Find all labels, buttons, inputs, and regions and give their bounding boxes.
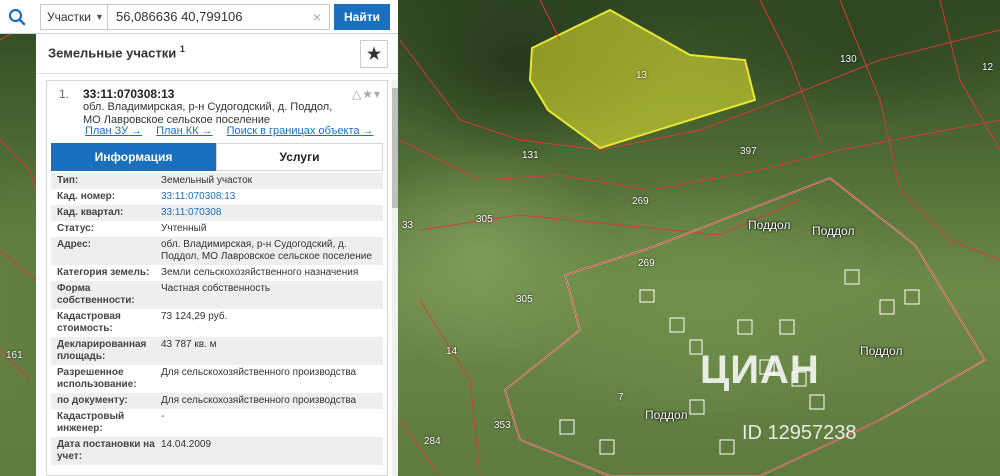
info-row: Декларированная площадь: 43 787 кв. м — [51, 337, 383, 365]
info-row: Адрес: обл. Владимирская, р-н Судогодский… — [51, 237, 383, 265]
search-input[interactable]: 56,086636 40,799106 × — [108, 3, 330, 30]
watermark-id: ID 12957238 — [742, 422, 857, 444]
info-row: Дата постановки на учет: 14.04.2009 — [51, 437, 383, 465]
search-bar: Участки ▼ 56,086636 40,799106 × Найти — [0, 0, 398, 34]
watermark-logo: ЦИАН — [700, 348, 820, 392]
panel-title: Земельные участки 1 ★ — [36, 34, 398, 74]
panel-count: 1 — [179, 44, 185, 54]
parcel-label: 14 — [446, 346, 458, 357]
parcel-label: 131 — [522, 150, 539, 161]
info-key: Категория земель: — [57, 267, 150, 278]
info-key: Кад. номер: — [57, 191, 116, 202]
info-key: по документу: — [57, 395, 128, 406]
village-label: Поддол — [748, 218, 791, 232]
parcel-label: 269 — [632, 196, 649, 207]
info-key: Кадастровый инженер: — [57, 411, 125, 434]
info-value: Земельный участок — [161, 175, 253, 186]
info-table: Тип: Земельный участок Кад. номер: 33:11:0… — [51, 173, 383, 465]
parcel-label: 269 — [638, 258, 655, 269]
info-row: Кадастровая стоимость: 73 124,29 руб. — [51, 309, 383, 337]
info-value: - — [161, 411, 165, 422]
info-row: Разрешенное использование: Для сельскохоз… — [51, 365, 383, 393]
info-key: Статус: — [57, 223, 95, 234]
favorite-star-button[interactable]: ★ — [360, 40, 388, 68]
result-card: 1. 33:11:070308:13 △★▾ обл. Владимирская… — [46, 80, 388, 476]
panel-title-text: Земельные участки — [48, 45, 177, 61]
card-index: 1. — [59, 87, 70, 101]
cadastral-block-link[interactable]: 33:11:070308 — [161, 207, 383, 219]
info-row: Кад. квартал: 33:11:070308 — [51, 205, 383, 221]
find-button[interactable]: Найти — [334, 3, 390, 30]
search-type-label: Участки — [47, 9, 91, 24]
info-key: Тип: — [57, 175, 79, 186]
info-key: Адрес: — [57, 239, 91, 250]
info-key: Форма собственности: — [57, 283, 135, 306]
info-value: 73 124,29 руб. — [161, 311, 228, 322]
card-address: обл. Владимирская, р-н Судогодский, д. П… — [83, 101, 333, 126]
clear-icon[interactable]: × — [313, 9, 321, 25]
scroll-thumb[interactable] — [392, 88, 398, 208]
parcel-label: 397 — [740, 146, 757, 157]
plan-kk-link[interactable]: План КК → — [156, 125, 212, 137]
info-value: обл. Владимирская, р-н Судогодский, д. П… — [161, 239, 372, 262]
results-panel: Земельные участки 1 ★ 1. 33:11:070308:13… — [36, 34, 398, 476]
parcel-label: 33 — [402, 220, 414, 231]
left-strip — [0, 34, 36, 476]
info-value: Земли сельскохозяйственного назначения — [161, 267, 359, 278]
chevron-down-icon: ▼ — [95, 11, 104, 22]
info-value: 43 787 кв. м — [161, 339, 217, 350]
info-row: Кад. номер: 33:11:070308:13 — [51, 189, 383, 205]
village-label: Поддол — [860, 344, 903, 358]
cadastral-number-link[interactable]: 33:11:070308:13 — [161, 191, 383, 203]
info-value: Для сельскохозяйственного производства — [161, 395, 357, 406]
card-action-icons[interactable]: △★▾ — [352, 87, 381, 101]
info-row: Статус: Учтенный — [51, 221, 383, 237]
info-row: Категория земель: Земли сельскохозяйствен… — [51, 265, 383, 281]
village-label: Поддол — [645, 408, 688, 422]
village-label: Поддол — [812, 224, 855, 238]
parcel-label: 284 — [424, 436, 441, 447]
info-key: Кад. квартал: — [57, 207, 124, 218]
card-cadastral-number: 33:11:070308:13 — [83, 87, 175, 101]
parcel-label: 305 — [476, 214, 493, 225]
panel-scrollbar[interactable] — [392, 80, 398, 476]
search-query: 56,086636 40,799106 — [116, 9, 243, 24]
info-key: Декларированная площадь: — [57, 339, 147, 362]
parcel-label: 305 — [516, 294, 533, 305]
info-value: 14.04.2009 — [161, 439, 212, 450]
parcel-label: 353 — [494, 420, 511, 431]
info-row: по документу: Для сельскохозяйственного п… — [51, 393, 383, 409]
card-tabs: Информация Услуги — [51, 143, 383, 171]
card-links: План ЗУ → План КК → Поиск в границах объ… — [85, 125, 374, 137]
info-key: Кадастровая стоимость: — [57, 311, 121, 334]
parcel-label: 12 — [982, 62, 994, 73]
search-icon[interactable] — [0, 0, 34, 34]
info-row: Форма собственности: Частная собственност… — [51, 281, 383, 309]
parcel-label: 13 — [636, 70, 648, 81]
info-key: Разрешенное использование: — [57, 367, 137, 390]
info-value: Для сельскохозяйственного производства — [161, 367, 357, 378]
parcel-label: 7 — [618, 392, 624, 403]
search-type-select[interactable]: Участки ▼ — [40, 3, 108, 30]
search-in-bounds-link[interactable]: Поиск в границах объекта → — [227, 125, 374, 137]
info-value: Учтенный — [161, 223, 207, 234]
tab-services[interactable]: Услуги — [216, 143, 383, 171]
info-key: Дата постановки на учет: — [57, 439, 155, 462]
info-value: Частная собственность — [161, 283, 271, 294]
info-row: Тип: Земельный участок — [51, 173, 383, 189]
tab-info[interactable]: Информация — [51, 143, 216, 171]
info-row: Кадастровый инженер: - — [51, 409, 383, 437]
parcel-label: 130 — [840, 54, 857, 65]
plan-zu-link[interactable]: План ЗУ → — [85, 125, 142, 137]
